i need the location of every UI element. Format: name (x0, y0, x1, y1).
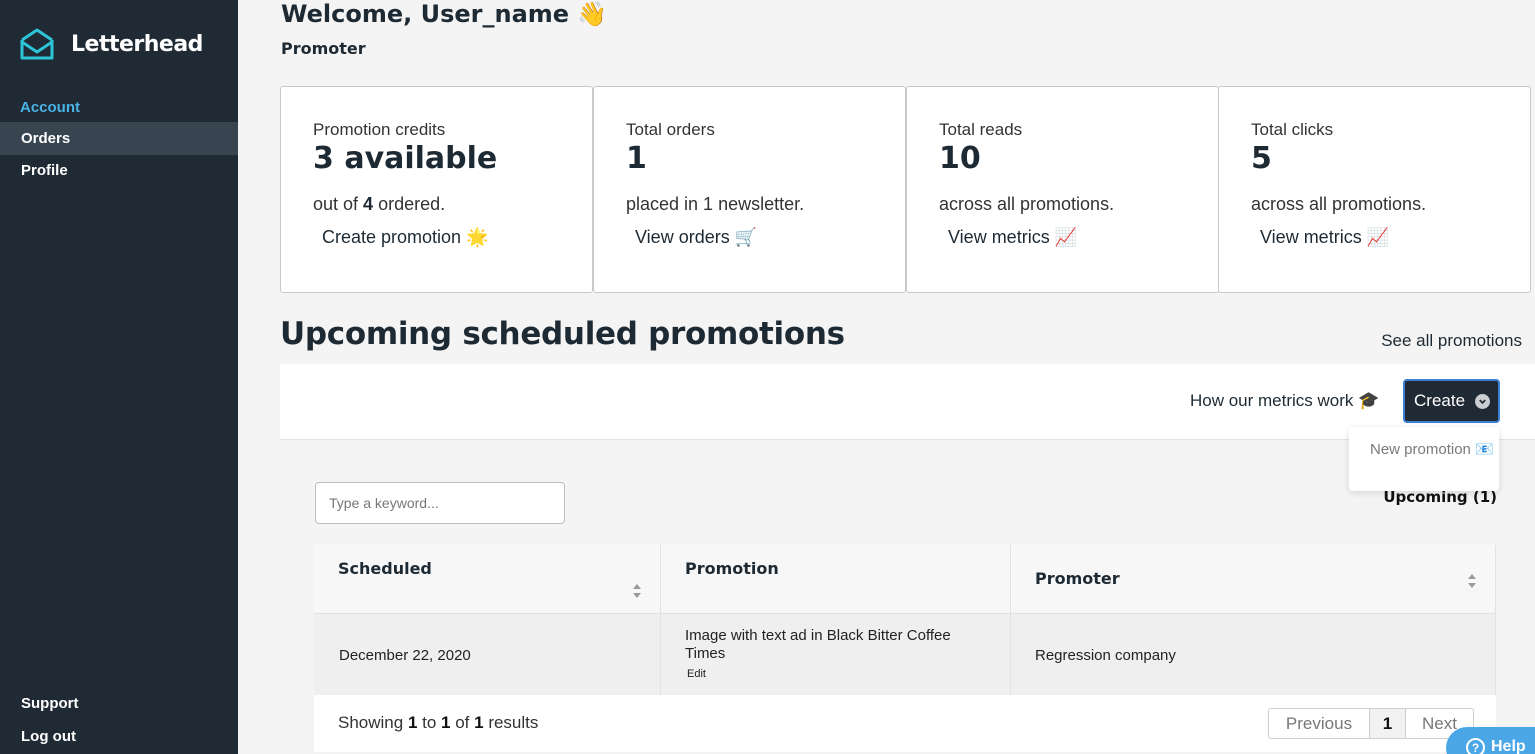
page-title: Welcome, User_name 👋 (281, 0, 608, 28)
create-button[interactable]: Create (1403, 379, 1500, 423)
sidebar-item-profile[interactable]: Profile (0, 154, 238, 187)
question-icon: ? (1466, 738, 1485, 754)
sort-icon (1468, 574, 1477, 588)
card-value: 10 (939, 141, 981, 176)
chevron-down-icon (1475, 394, 1490, 409)
cell-promotion: Image with text ad in Black Bitter Coffe… (661, 614, 1011, 696)
promotion-title: Image with text ad in Black Bitter Coffe… (685, 627, 951, 662)
sidebar: Letterhead Account Orders Profile Suppor… (0, 0, 238, 754)
cell-scheduled: December 22, 2020 (314, 614, 661, 696)
card-description: placed in 1 newsletter. (626, 194, 805, 214)
view-metrics-clicks-link[interactable]: View metrics 📈 (1260, 227, 1389, 248)
previous-page-button[interactable]: Previous (1268, 708, 1370, 739)
search-input[interactable] (315, 482, 565, 524)
create-promotion-link[interactable]: Create promotion 🌟 (322, 227, 488, 248)
sidebar-item-orders[interactable]: Orders (0, 122, 238, 155)
help-label: Help (1491, 738, 1526, 754)
envelope-logo-icon (20, 28, 54, 60)
sidebar-section-account: Account (20, 99, 80, 116)
table-footer: Showing 1 to 1 of 1 results Previous 1 N… (314, 695, 1496, 752)
promotions-panel: Upcoming (1) Scheduled Promotion Promote… (280, 441, 1535, 754)
card-value: 5 (1251, 141, 1272, 176)
promotions-table: Scheduled Promotion Promoter December 22… (314, 545, 1496, 696)
card-label: Promotion credits (313, 120, 446, 139)
sidebar-item-support[interactable]: Support (0, 687, 238, 720)
card-label: Total clicks (1251, 120, 1334, 139)
edit-promotion-link[interactable]: Edit (687, 667, 990, 681)
sidebar-item-logout[interactable]: Log out (0, 720, 238, 753)
brand-name: Letterhead (71, 31, 203, 57)
section-title: Upcoming scheduled promotions (280, 316, 845, 352)
create-button-label: Create (1414, 391, 1466, 410)
card-total-reads: Total reads 10 across all promotions. Vi… (906, 86, 1219, 293)
create-dropdown-new-promotion[interactable]: New promotion 📧 (1349, 427, 1499, 491)
card-promotion-credits: Promotion credits 3 available out of 4 o… (280, 86, 593, 293)
card-value: 3 available (313, 141, 498, 176)
sort-icon (633, 584, 642, 598)
view-metrics-reads-link[interactable]: View metrics 📈 (948, 227, 1077, 248)
column-header-promotion: Promotion (661, 545, 1011, 613)
card-label: Total orders (626, 120, 715, 139)
table-header: Scheduled Promotion Promoter (314, 545, 1496, 614)
pagination: Previous 1 Next (1268, 708, 1474, 739)
column-header-promoter[interactable]: Promoter (1011, 545, 1496, 613)
card-label: Total reads (939, 120, 1023, 139)
user-role: Promoter (281, 39, 366, 58)
results-summary: Showing 1 to 1 of 1 results (338, 713, 539, 732)
see-all-promotions-link[interactable]: See all promotions (1381, 331, 1522, 351)
cell-promoter: Regression company (1011, 614, 1496, 696)
column-header-scheduled[interactable]: Scheduled (314, 545, 661, 613)
card-value: 1 (626, 141, 647, 176)
metrics-help-link[interactable]: How our metrics work 🎓 (1190, 391, 1379, 411)
promotions-toolbar: How our metrics work 🎓 Create (280, 364, 1535, 440)
brand-logo[interactable]: Letterhead (20, 28, 203, 60)
card-total-clicks: Total clicks 5 across all promotions. Vi… (1218, 86, 1531, 293)
table-row: December 22, 2020 Image with text ad in … (314, 614, 1496, 696)
card-total-orders: Total orders 1 placed in 1 newsletter. V… (593, 86, 906, 293)
card-description: across all promotions. (939, 194, 1115, 214)
card-description: across all promotions. (1251, 194, 1427, 214)
page-1-button[interactable]: 1 (1370, 708, 1406, 739)
card-description: out of 4 ordered. (313, 194, 446, 214)
help-button[interactable]: ? Help (1446, 727, 1535, 754)
view-orders-link[interactable]: View orders 🛒 (635, 227, 757, 248)
